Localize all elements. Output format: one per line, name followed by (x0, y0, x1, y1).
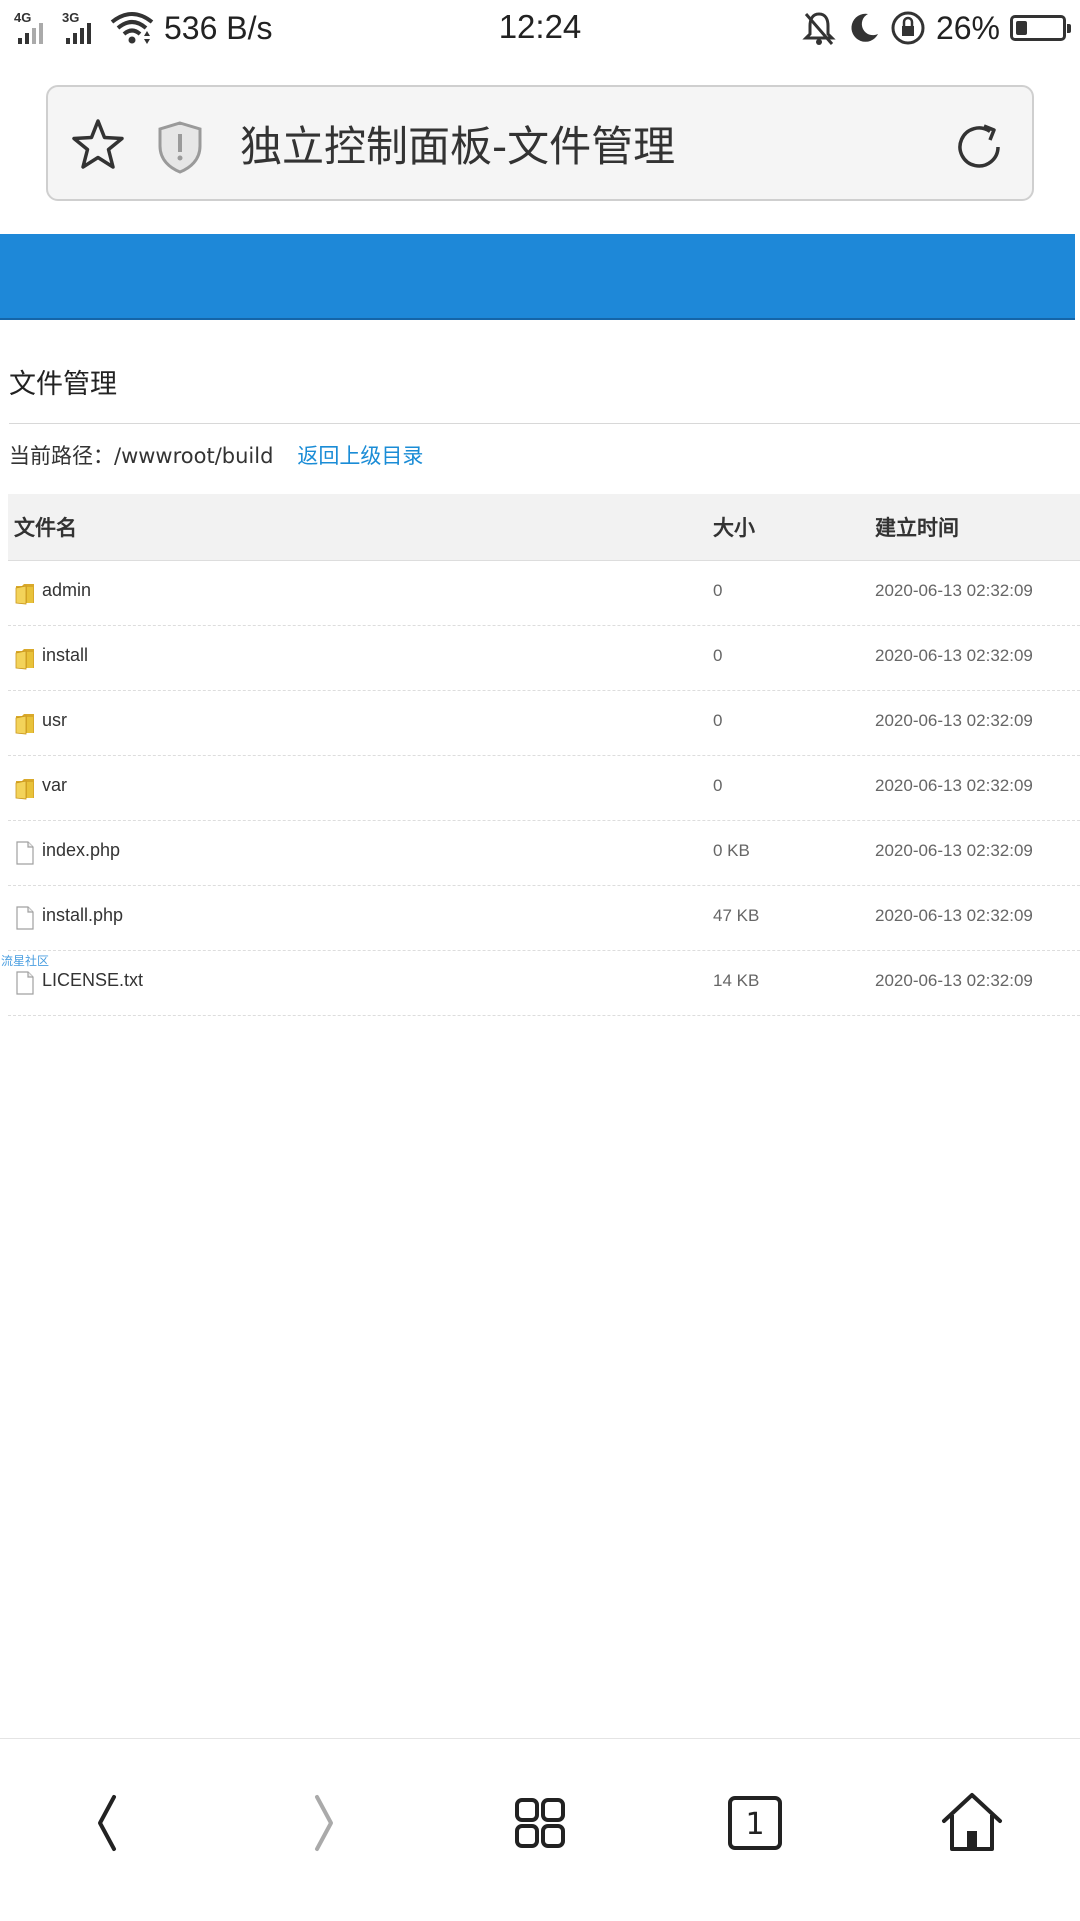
star-icon[interactable] (70, 117, 126, 173)
file-size: 47 KB (713, 906, 760, 925)
file-icon (14, 971, 36, 995)
forward-icon[interactable] (283, 1783, 363, 1863)
status-bar: 4G 3G 536 B/s 12:24 26% (0, 0, 1080, 56)
menu-grid-icon[interactable] (500, 1783, 580, 1863)
file-icon (14, 906, 36, 930)
file-date: 2020-06-13 02:32:09 (875, 971, 1033, 990)
battery-percent: 26% (935, 9, 1000, 46)
home-icon[interactable] (932, 1783, 1012, 1863)
folder-icon (14, 776, 36, 800)
bottom-nav: 1 (0, 1738, 1080, 1921)
file-name[interactable]: install (42, 645, 88, 666)
tabs-icon[interactable]: 1 (715, 1783, 795, 1863)
current-path: 当前路径：/wwwroot/build (9, 444, 274, 468)
file-icon (14, 841, 36, 865)
table-row[interactable]: LICENSE.txt 14 KB 2020-06-13 02:32:09 (8, 951, 1080, 1016)
page-heading: 文件管理 (9, 369, 117, 400)
table-row[interactable]: index.php 0 KB 2020-06-13 02:32:09 (8, 821, 1080, 886)
table-header: 文件名 大小 建立时间 (8, 494, 1080, 561)
moon-icon (851, 13, 878, 42)
folder-icon (14, 581, 36, 605)
tab-count: 1 (745, 1807, 764, 1842)
divider (9, 423, 1080, 424)
back-icon[interactable] (68, 1783, 148, 1863)
file-table: 文件名 大小 建立时间 admin 0 2020-06-13 02:32:09 … (8, 494, 1080, 1016)
watermark: 流星社区 (1, 954, 50, 968)
file-name[interactable]: usr (42, 710, 67, 731)
file-size: 14 KB (713, 971, 760, 990)
path-row: 当前路径：/wwwroot/build 返回上级目录 (9, 440, 423, 470)
table-row[interactable]: install 0 2020-06-13 02:32:09 (8, 626, 1080, 691)
header-date: 建立时间 (875, 516, 959, 540)
table-body: admin 0 2020-06-13 02:32:09 install 0 20… (8, 561, 1080, 1016)
file-date: 2020-06-13 02:32:09 (875, 581, 1033, 600)
address-bar[interactable]: 独立控制面板-文件管理 (46, 85, 1034, 201)
file-name[interactable]: index.php (42, 840, 120, 861)
file-date: 2020-06-13 02:32:09 (875, 906, 1033, 925)
rotation-lock-icon (891, 11, 925, 45)
file-name[interactable]: admin (42, 580, 91, 601)
file-size: 0 KB (713, 841, 750, 860)
file-size: 0 (713, 581, 723, 600)
status-right: 26% (802, 8, 1071, 48)
table-row[interactable]: usr 0 2020-06-13 02:32:09 (8, 691, 1080, 756)
table-row[interactable]: install.php 47 KB 2020-06-13 02:32:09 (8, 886, 1080, 951)
file-date: 2020-06-13 02:32:09 (875, 776, 1033, 795)
table-row[interactable]: admin 0 2020-06-13 02:32:09 (8, 561, 1080, 626)
file-date: 2020-06-13 02:32:09 (875, 646, 1033, 665)
file-date: 2020-06-13 02:32:09 (875, 841, 1033, 860)
site-header-bar (0, 234, 1075, 320)
mute-icon (802, 12, 836, 45)
header-size: 大小 (713, 516, 755, 540)
folder-icon (14, 711, 36, 735)
file-name[interactable]: LICENSE.txt (42, 970, 143, 991)
back-to-parent-link[interactable]: 返回上级目录 (297, 444, 423, 468)
shield-icon[interactable] (156, 120, 204, 174)
file-date: 2020-06-13 02:32:09 (875, 711, 1033, 730)
folder-icon (14, 646, 36, 670)
file-name[interactable]: install.php (42, 905, 123, 926)
battery-icon (1010, 15, 1071, 41)
table-row[interactable]: var 0 2020-06-13 02:32:09 (8, 756, 1080, 821)
file-size: 0 (713, 776, 723, 795)
page-title-url[interactable]: 独立控制面板-文件管理 (240, 113, 675, 174)
battery-fill (1016, 21, 1027, 35)
file-size: 0 (713, 646, 723, 665)
file-size: 0 (713, 711, 723, 730)
file-name[interactable]: var (42, 775, 67, 796)
header-name: 文件名 (14, 516, 77, 540)
reload-icon[interactable] (952, 120, 1006, 174)
